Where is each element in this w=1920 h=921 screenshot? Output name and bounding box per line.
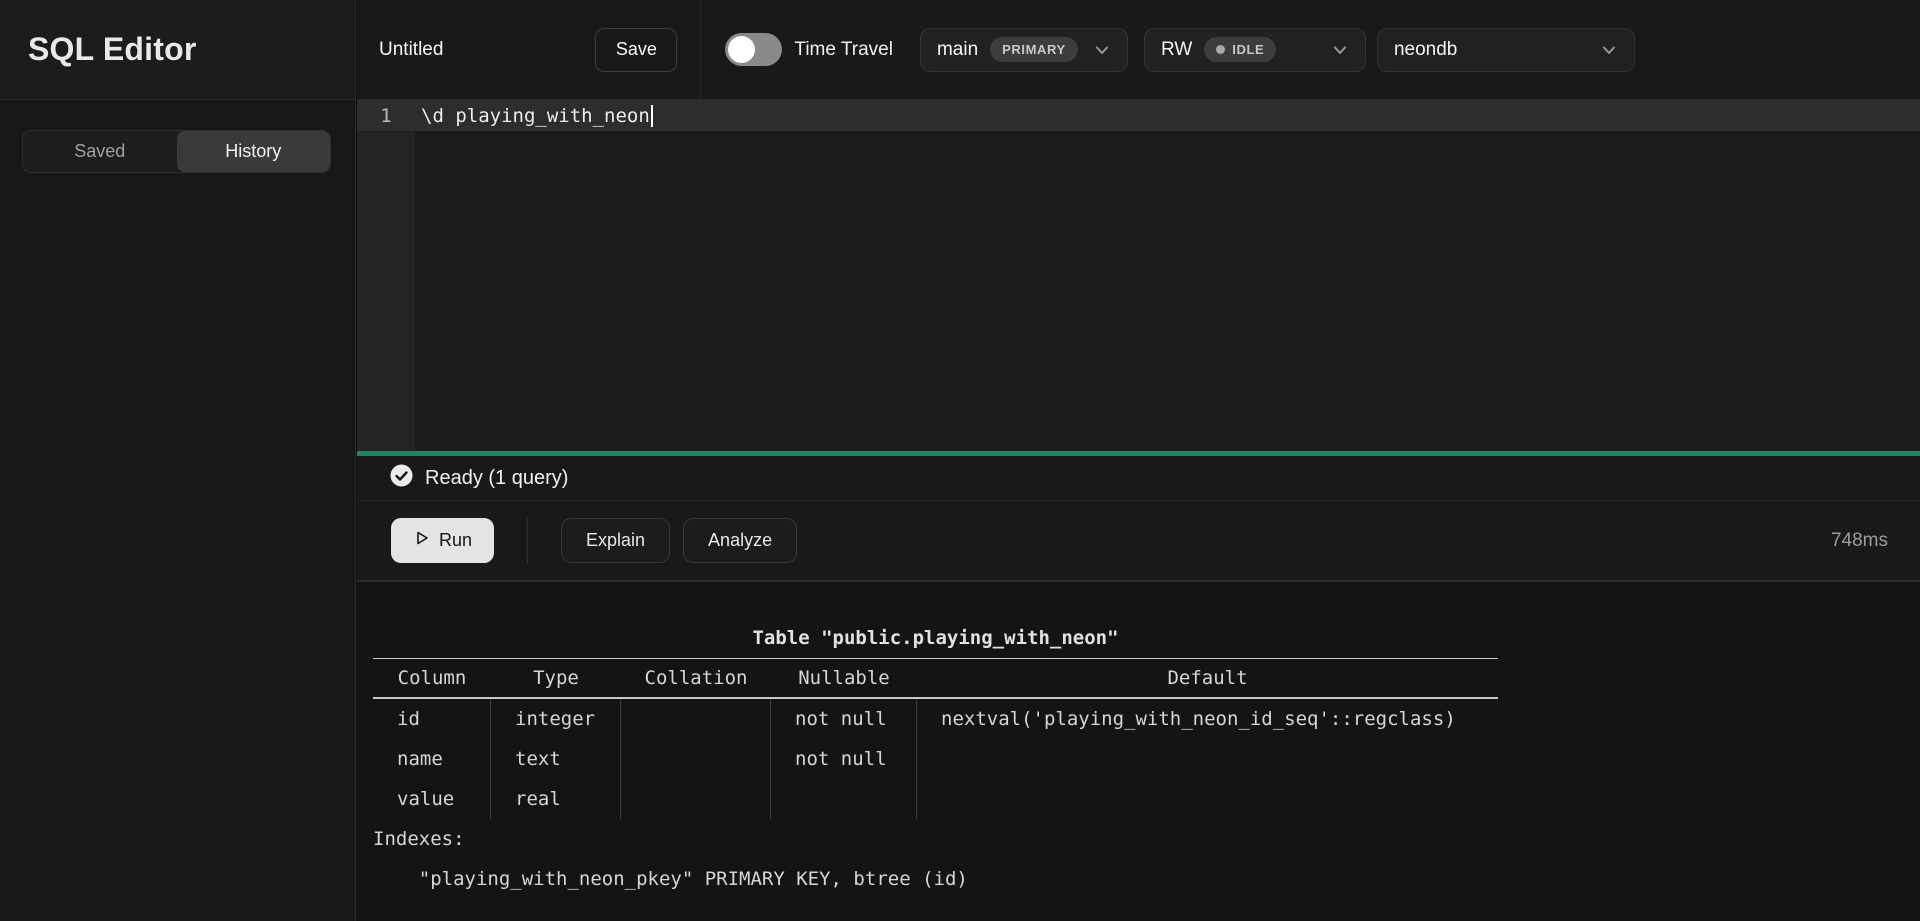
chevron-down-icon xyxy=(1331,41,1349,59)
database-name: neondb xyxy=(1394,39,1457,61)
cell: integer xyxy=(491,699,621,739)
toggle-knob xyxy=(728,36,755,63)
column-header: Nullable xyxy=(771,659,917,697)
run-label: Run xyxy=(439,530,472,551)
column-header: Column xyxy=(373,659,491,697)
line-number-gutter xyxy=(357,100,415,451)
cell: nextval('playing_with_neon_id_seq'::regc… xyxy=(917,699,1498,739)
sql-editor-canvas[interactable]: 1 \d playing_with_neon xyxy=(357,100,1920,451)
topbar-divider xyxy=(700,0,701,100)
sidebar: SQL Editor Saved History xyxy=(0,0,356,921)
action-toolbar: Run Explain Analyze 748ms xyxy=(357,501,1920,582)
tab-history[interactable]: History xyxy=(177,131,331,172)
database-dropdown[interactable]: neondb xyxy=(1377,28,1635,72)
cell: value xyxy=(373,779,491,819)
column-header: Type xyxy=(491,659,621,697)
cell xyxy=(771,779,917,819)
cell: name xyxy=(373,739,491,779)
time-travel-label: Time Travel xyxy=(794,39,893,61)
status-dot-icon xyxy=(1216,45,1225,54)
cell: real xyxy=(491,779,621,819)
query-title: Untitled xyxy=(379,39,443,61)
compute-status: IDLE xyxy=(1232,42,1264,57)
table-row: value real xyxy=(373,779,1498,819)
code-text: \d playing_with_neon xyxy=(421,105,650,127)
idle-status-badge: IDLE xyxy=(1204,37,1276,62)
column-header: Default xyxy=(917,659,1498,697)
saved-history-tab-group: Saved History xyxy=(22,130,331,173)
compute-dropdown[interactable]: RW IDLE xyxy=(1144,28,1366,72)
cell: not null xyxy=(771,739,917,779)
cell: id xyxy=(373,699,491,739)
chevron-down-icon xyxy=(1093,41,1111,59)
branch-dropdown[interactable]: main PRIMARY xyxy=(920,28,1128,72)
query-duration: 748ms xyxy=(1831,530,1888,552)
page-title: SQL Editor xyxy=(28,31,197,68)
toolbar-divider xyxy=(527,518,528,564)
active-code-line[interactable]: 1 \d playing_with_neon xyxy=(357,100,1920,131)
status-message: Ready (1 query) xyxy=(425,467,568,490)
table-row: id integer not null nextval('playing_wit… xyxy=(373,699,1498,739)
result-table-header: Column Type Collation Nullable Default xyxy=(373,659,1498,699)
compute-name: RW xyxy=(1161,39,1192,61)
result-table-title: Table "public.playing_with_neon" xyxy=(373,618,1498,658)
cell xyxy=(917,779,1498,819)
cell: text xyxy=(491,739,621,779)
query-results: Table "public.playing_with_neon" Column … xyxy=(357,582,1920,920)
tab-saved[interactable]: Saved xyxy=(23,131,177,172)
primary-badge: PRIMARY xyxy=(990,37,1078,62)
table-row: name text not null xyxy=(373,739,1498,779)
time-travel-toggle[interactable] xyxy=(725,33,782,66)
index-definition: "playing_with_neon_pkey" PRIMARY KEY, bt… xyxy=(373,859,1920,899)
text-cursor xyxy=(651,105,653,127)
result-table: Column Type Collation Nullable Default i… xyxy=(373,658,1498,819)
run-button[interactable]: Run xyxy=(391,518,494,563)
branch-name: main xyxy=(937,39,978,61)
main-area: Untitled Save Time Travel main PRIMARY R… xyxy=(357,0,1920,921)
cell xyxy=(917,739,1498,779)
status-bar: Ready (1 query) xyxy=(357,456,1920,501)
analyze-button[interactable]: Analyze xyxy=(683,518,797,563)
cell xyxy=(621,739,771,779)
cell xyxy=(621,699,771,739)
cell: not null xyxy=(771,699,917,739)
play-icon xyxy=(413,529,431,552)
indexes-label: Indexes: xyxy=(373,819,1920,859)
save-button[interactable]: Save xyxy=(595,28,677,72)
explain-button[interactable]: Explain xyxy=(561,518,670,563)
line-number: 1 xyxy=(357,105,415,127)
topbar: Untitled Save Time Travel main PRIMARY R… xyxy=(357,0,1920,100)
chevron-down-icon xyxy=(1600,41,1618,59)
sidebar-header: SQL Editor xyxy=(0,0,355,100)
cell xyxy=(621,779,771,819)
column-header: Collation xyxy=(621,659,771,697)
check-circle-icon xyxy=(390,464,413,492)
